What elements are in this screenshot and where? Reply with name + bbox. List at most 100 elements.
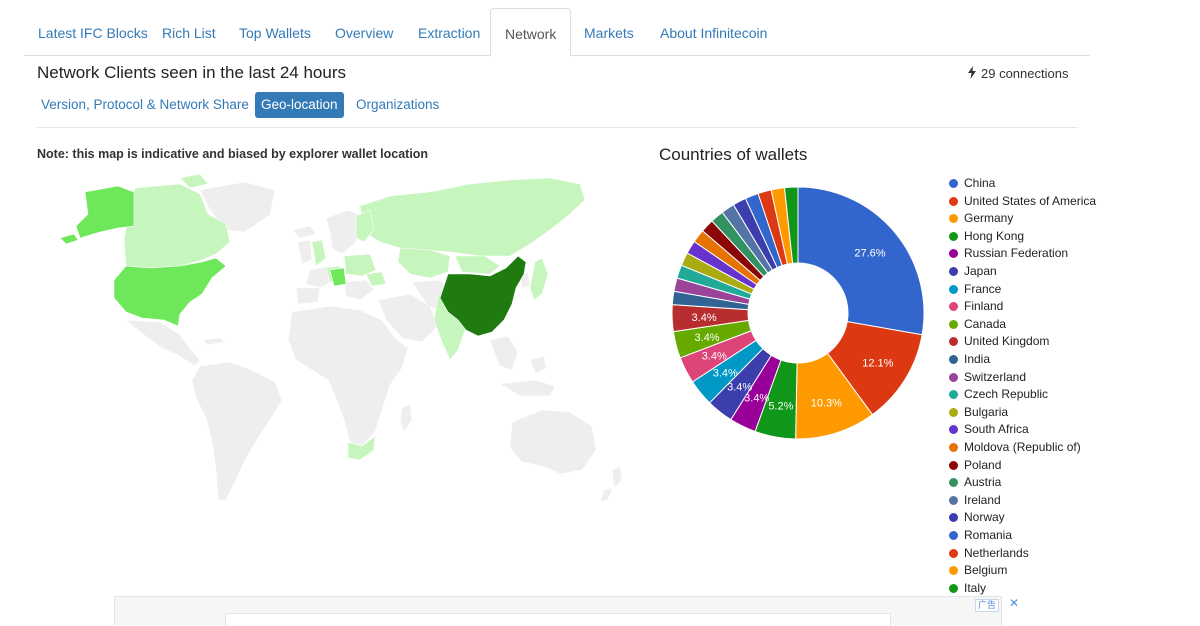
legend-item[interactable]: Hong Kong — [949, 229, 1024, 243]
tab-top-wallets[interactable]: Top Wallets — [239, 8, 311, 54]
legend-item[interactable]: South Africa — [949, 422, 1029, 436]
bolt-icon — [968, 66, 976, 79]
legend-swatch — [949, 196, 958, 206]
legend-swatch — [949, 478, 958, 488]
pie-data-label: 3.4% — [692, 312, 717, 324]
legend-swatch — [949, 531, 958, 540]
ad-content — [225, 613, 891, 626]
legend-swatch — [949, 566, 958, 576]
legend-label: South Africa — [964, 422, 1029, 437]
legend-swatch — [949, 548, 958, 558]
pie-data-label: 12.1% — [862, 358, 893, 370]
divider — [37, 127, 1077, 128]
legend-label: Moldova (Republic of) — [964, 440, 1081, 454]
legend-swatch — [949, 460, 958, 470]
legend-label: India — [964, 352, 991, 366]
legend-swatch — [949, 214, 958, 224]
legend-swatch — [949, 319, 958, 329]
legend-label: Hong Kong — [964, 228, 1025, 243]
legend-item[interactable]: Ireland — [949, 493, 1001, 507]
legend-label: Finland — [964, 299, 1004, 314]
legend-item[interactable]: Netherlands — [949, 546, 1029, 560]
tab-rich-list[interactable]: Rich List — [162, 8, 216, 54]
legend-item[interactable]: Czech Republic — [949, 387, 1048, 401]
legend-item[interactable]: Italy — [949, 581, 986, 595]
subtab-geo-location[interactable]: Geo-location — [255, 92, 344, 118]
legend-swatch — [949, 372, 958, 382]
legend-swatch — [949, 583, 958, 593]
legend-item[interactable]: Switzerland — [949, 370, 1026, 384]
tab-about-infinitecoin[interactable]: About Infinitecoin — [660, 8, 767, 54]
legend-item[interactable]: United Kingdom — [949, 334, 1049, 348]
legend-label: Ireland — [964, 492, 1001, 507]
legend-item[interactable]: India — [949, 352, 990, 366]
pie-data-label: 5.2% — [768, 400, 793, 412]
legend-item[interactable]: China — [949, 176, 995, 190]
legend-label: Bulgaria — [964, 404, 1009, 419]
legend-item[interactable]: Finland — [949, 299, 1003, 313]
pie-data-label: 10.3% — [811, 398, 842, 410]
legend-label: United Kingdom — [964, 334, 1050, 349]
legend-label: Austria — [964, 475, 1002, 490]
legend-label: Germany — [964, 211, 1014, 226]
legend-label: Netherlands — [964, 545, 1029, 560]
tab-markets[interactable]: Markets — [584, 8, 634, 54]
world-map[interactable] — [30, 170, 630, 510]
legend-label: Czech Republic — [964, 387, 1049, 402]
legend-item[interactable]: Moldova (Republic of) — [949, 440, 1081, 454]
legend-item[interactable]: Canada — [949, 317, 1006, 331]
subtab-organizations[interactable]: Organizations — [356, 92, 439, 118]
legend-item[interactable]: Belgium — [949, 563, 1007, 577]
legend-item[interactable]: Romania — [949, 528, 1012, 542]
legend-item[interactable]: Germany — [949, 211, 1013, 225]
pie-slice[interactable] — [797, 186, 925, 336]
legend-swatch — [949, 231, 958, 241]
legend-swatch — [949, 355, 958, 364]
ad-banner: 广告 ✕ — [114, 596, 1019, 626]
legend-label: Poland — [964, 457, 1002, 472]
tab-network[interactable]: Network — [490, 8, 572, 57]
legend-label: United States of America — [964, 193, 1097, 208]
legend-swatch — [949, 337, 958, 347]
pie-data-label: 3.4% — [695, 332, 720, 344]
legend-swatch — [949, 267, 958, 276]
legend-item[interactable]: Japan — [949, 264, 997, 278]
pie-data-label: 27.6% — [854, 248, 885, 260]
tab-extraction[interactable]: Extraction — [418, 8, 480, 54]
legend-label: France — [964, 281, 1002, 296]
pie-data-label: 3.4% — [744, 392, 769, 404]
connections-count: 29 connections — [981, 66, 1069, 81]
legend-swatch — [949, 495, 958, 505]
ad-close-button[interactable]: ✕ — [1009, 597, 1019, 610]
legend-label: Belgium — [964, 563, 1008, 578]
legend-label: Canada — [964, 316, 1007, 331]
legend-item[interactable]: France — [949, 282, 1001, 296]
legend-label: Italy — [964, 580, 987, 595]
legend-swatch — [949, 302, 958, 312]
donut-chart[interactable]: 27.6%12.1%10.3%5.2%3.4%3.4%3.4%3.4%3.4%3… — [660, 175, 940, 455]
legend-item[interactable]: Austria — [949, 475, 1001, 489]
subtab-version-protocol[interactable]: Version, Protocol & Network Share — [41, 92, 249, 118]
legend-label: China — [964, 176, 996, 190]
legend-label: Romania — [964, 528, 1013, 542]
legend-swatch — [949, 179, 958, 188]
connections-status: 29 connections — [967, 66, 1068, 81]
ad-badge: 广告 — [974, 599, 999, 612]
tab-overview[interactable]: Overview — [335, 8, 393, 54]
legend-item[interactable]: Russian Federation — [949, 246, 1068, 260]
main-tabs: Latest IFC Blocks Rich List Top Wallets … — [24, 8, 1090, 57]
legend-swatch — [949, 425, 958, 435]
legend-swatch — [949, 390, 958, 400]
legend-item[interactable]: Poland — [949, 458, 1001, 472]
legend-label: Norway — [964, 510, 1005, 525]
legend-swatch — [949, 407, 958, 417]
legend-swatch — [949, 443, 958, 452]
tab-latest-ifc-blocks[interactable]: Latest IFC Blocks — [38, 8, 148, 54]
legend-swatch — [949, 249, 958, 259]
legend-label: Russian Federation — [964, 246, 1069, 261]
map-note: Note: this map is indicative and biased … — [37, 147, 429, 161]
legend-item[interactable]: United States of America — [949, 194, 1096, 208]
legend-item[interactable]: Norway — [949, 510, 1005, 524]
legend-item[interactable]: Bulgaria — [949, 405, 1008, 419]
page-title: Network Clients seen in the last 24 hour… — [37, 63, 346, 82]
